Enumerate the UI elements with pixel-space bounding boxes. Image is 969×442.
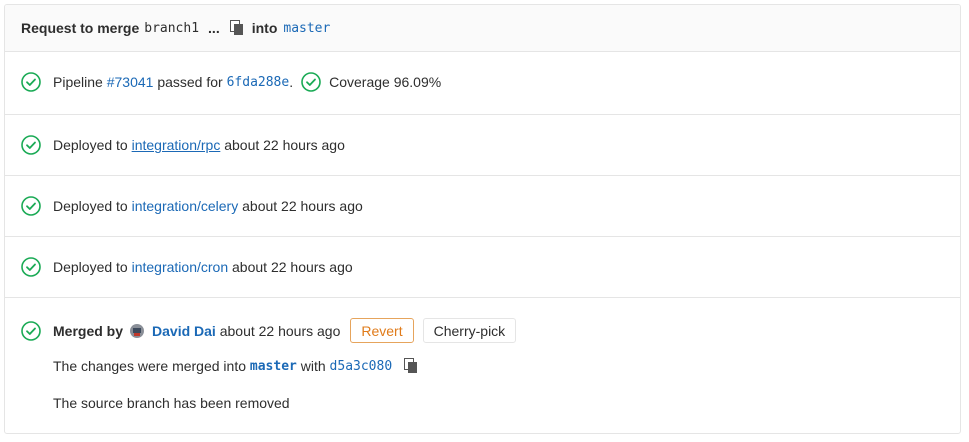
- pipeline-commit-link[interactable]: 6fda288e: [227, 75, 290, 90]
- merge-target-branch-link[interactable]: master: [250, 359, 297, 374]
- deployment-prefix: Deployed to: [53, 198, 128, 214]
- deployment-line: Deployed to integration/celery about 22 …: [21, 196, 363, 216]
- with-label: with: [300, 358, 326, 374]
- success-check-icon: [21, 196, 41, 216]
- deployment-env-link[interactable]: integration/rpc: [132, 137, 221, 153]
- changes-prefix: The changes were merged into: [53, 358, 246, 374]
- merge-details-line: The changes were merged into master with…: [53, 358, 418, 374]
- merge-request-widget: Request to merge branch1 ... into master…: [4, 4, 961, 434]
- deployment-line: Deployed to integration/rpc about 22 hou…: [21, 135, 345, 155]
- merged-by-label: Merged by: [53, 322, 124, 339]
- pipeline-prefix: Pipeline: [53, 74, 103, 90]
- revert-button[interactable]: Revert: [350, 318, 414, 343]
- deployment-env-link[interactable]: integration/celery: [132, 198, 239, 214]
- deployment-line: Deployed to integration/cron about 22 ho…: [21, 257, 353, 277]
- deployment-row: Deployed to integration/celery about 22 …: [5, 176, 960, 237]
- source-removed-line: The source branch has been removed: [53, 395, 290, 411]
- copy-icon[interactable]: [404, 358, 418, 374]
- success-check-icon: [21, 72, 41, 92]
- ellipsis: ...: [208, 20, 220, 36]
- cherry-pick-button[interactable]: Cherry-pick: [422, 318, 517, 343]
- author-link[interactable]: David Dai: [152, 323, 216, 339]
- merge-request-header: Request to merge branch1 ... into master: [5, 5, 960, 52]
- source-branch[interactable]: branch1: [144, 21, 199, 36]
- deployment-row: Deployed to integration/rpc about 22 hou…: [5, 115, 960, 176]
- coverage-text: Coverage 96.09%: [329, 74, 442, 90]
- pipeline-passed-for: passed for: [157, 74, 223, 90]
- merged-section: Merged by David Dai about 22 hours ago R…: [5, 298, 960, 433]
- pipeline-row: Pipeline #73041 passed for 6fda288e. Cov…: [5, 52, 960, 115]
- coverage-check-icon: [301, 72, 321, 92]
- success-check-icon: [21, 135, 41, 155]
- avatar[interactable]: [130, 323, 145, 338]
- target-branch-link[interactable]: master: [283, 21, 330, 36]
- pipeline-period: .: [289, 74, 294, 90]
- request-label: Request to merge: [21, 20, 140, 36]
- deployment-prefix: Deployed to: [53, 137, 128, 153]
- pipeline-line: Pipeline #73041 passed for 6fda288e. Cov…: [21, 72, 441, 92]
- deployment-env-link[interactable]: integration/cron: [132, 259, 229, 275]
- deployment-time: about 22 hours ago: [232, 259, 353, 275]
- into-label: into: [251, 20, 278, 36]
- pipeline-id-link[interactable]: #73041: [107, 74, 154, 90]
- merged-time: about 22 hours ago: [219, 322, 341, 339]
- deployment-time: about 22 hours ago: [224, 137, 345, 153]
- source-removed-text: The source branch has been removed: [53, 395, 290, 411]
- merge-commit-link[interactable]: d5a3c080: [330, 359, 393, 374]
- deployment-row: Deployed to integration/cron about 22 ho…: [5, 237, 960, 298]
- deployment-prefix: Deployed to: [53, 259, 128, 275]
- merged-line: Merged by David Dai about 22 hours ago R…: [21, 318, 517, 343]
- success-check-icon: [21, 257, 41, 277]
- deployment-time: about 22 hours ago: [242, 198, 363, 214]
- copy-icon[interactable]: [229, 20, 244, 36]
- success-check-icon: [21, 320, 41, 341]
